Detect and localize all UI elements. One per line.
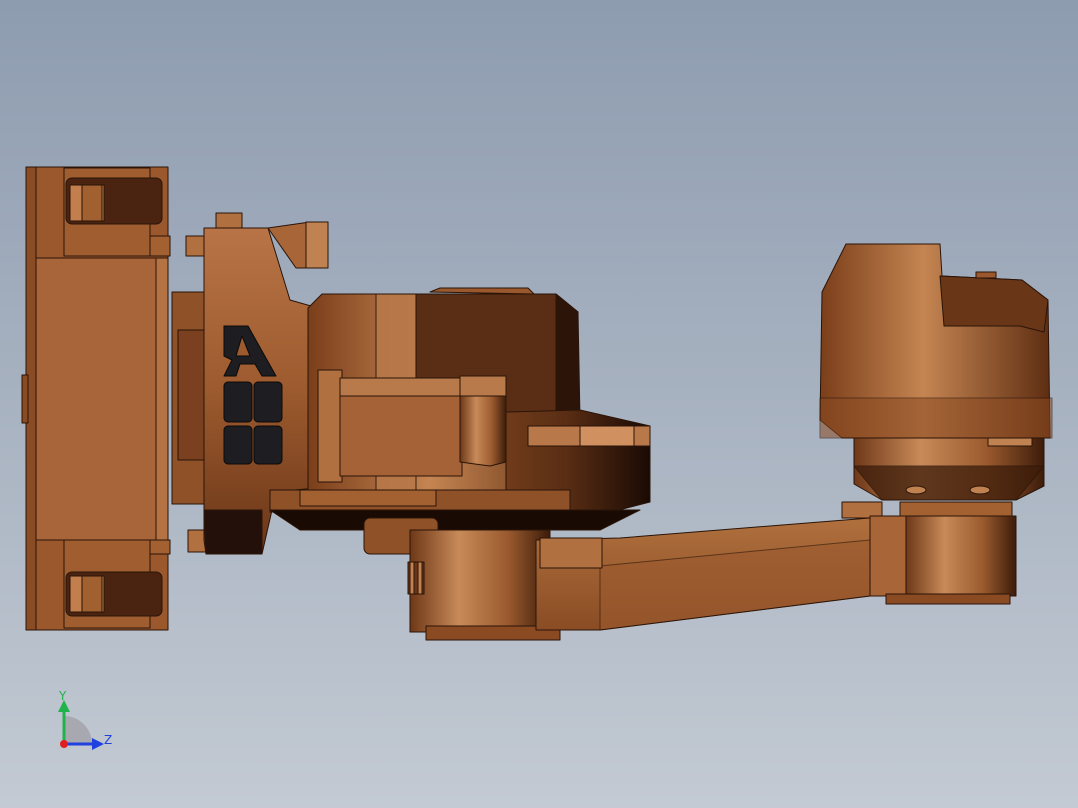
y-axis-label: Y	[58, 689, 67, 703]
robot-model[interactable]	[21, 166, 1053, 641]
z-arrowhead-icon	[92, 738, 104, 750]
axis-triad: Y Z	[58, 689, 112, 750]
wrist-joint[interactable]	[885, 501, 1017, 605]
cad-viewport[interactable]: Y Z	[0, 0, 1078, 808]
wrist-motor-head[interactable]	[819, 243, 1053, 501]
triad-plane-icon	[64, 716, 92, 744]
lower-joint[interactable]	[363, 517, 561, 641]
z-axis-label: Z	[104, 733, 112, 747]
x-axis-dot-icon	[60, 740, 68, 748]
base-plate[interactable]	[21, 166, 169, 631]
